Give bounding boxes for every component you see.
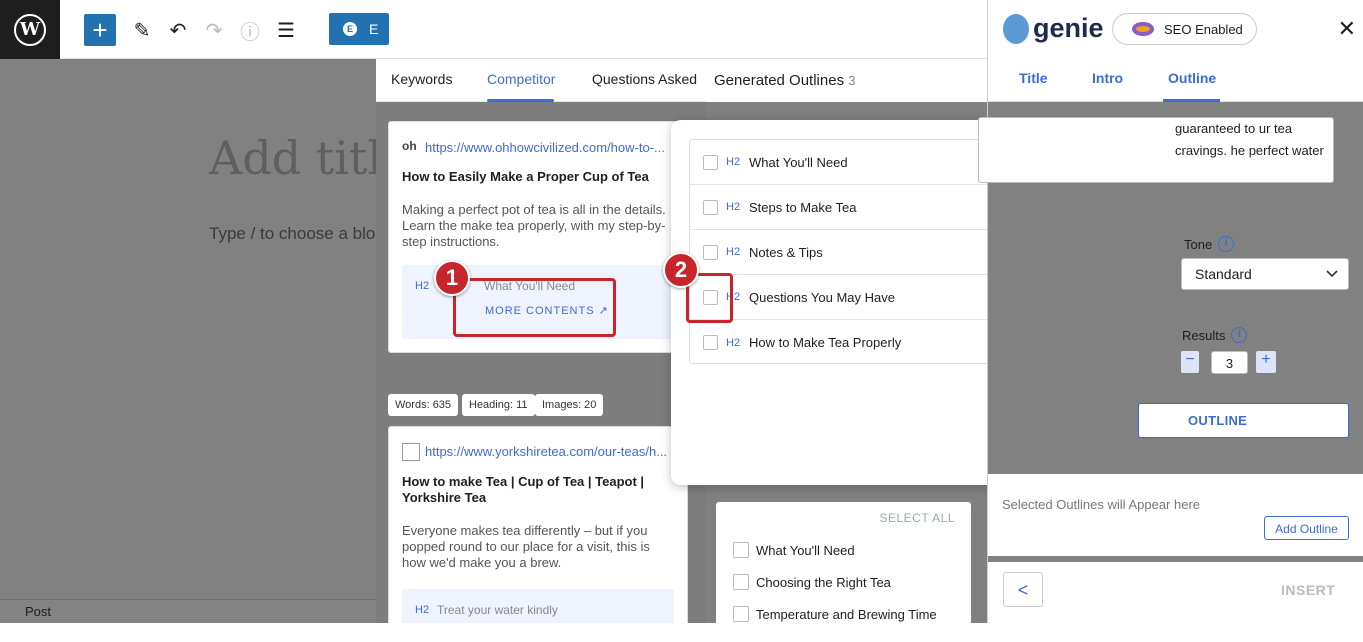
- genie-header: genie SEO Enabled ✕: [988, 0, 1363, 59]
- breadcrumb[interactable]: Post: [25, 604, 51, 619]
- site-favicon-icon: oh: [402, 139, 417, 153]
- info-icon[interactable]: i: [1231, 327, 1248, 343]
- outline-option[interactable]: What You'll Need: [733, 542, 855, 558]
- selected-outlines-area: Selected Outlines will Appear here Add O…: [988, 474, 1363, 556]
- elementor-icon: E: [343, 22, 357, 36]
- wordpress-icon: W: [14, 13, 46, 46]
- heading-checkbox[interactable]: [703, 244, 718, 260]
- seo-eye-icon: [1132, 22, 1154, 36]
- step-badge: 1: [434, 260, 470, 296]
- generated-outlines-header: Generated Outlines 3: [706, 59, 987, 102]
- heading-title: Questions You May Have: [749, 289, 895, 305]
- annotation-highlight: [453, 278, 616, 337]
- genie-logo: genie: [1003, 13, 1104, 44]
- info-icon[interactable]: i: [1218, 236, 1235, 252]
- heading-text: Treat your water kindly: [437, 603, 558, 617]
- h2-tag: H2: [726, 156, 741, 168]
- competitor-description: Making a perfect pot of tea is all in th…: [402, 202, 666, 249]
- active-tab-indicator: [1163, 99, 1220, 102]
- tab-competitor[interactable]: Competitor: [487, 71, 555, 87]
- editor-canvas: Add title Type / to choose a block: [0, 59, 376, 623]
- outline-option[interactable]: Temperature and Brewing Time: [733, 606, 937, 622]
- wordpress-logo[interactable]: W: [0, 0, 60, 59]
- outline-select-card: SELECT ALL What You'll Need Choosing the…: [716, 502, 971, 642]
- checkbox[interactable]: [733, 542, 749, 558]
- checkbox[interactable]: [733, 606, 749, 622]
- select-all-button[interactable]: SELECT ALL: [880, 511, 956, 525]
- heading-title: Steps to Make Tea: [749, 199, 857, 215]
- chevron-down-icon: [1326, 270, 1338, 278]
- add-block-button[interactable]: +: [84, 14, 116, 46]
- genie-tabs: Title Intro Outline: [988, 59, 1363, 102]
- tone-select[interactable]: Standard: [1181, 258, 1349, 290]
- genie-panel: genie SEO Enabled ✕ Title Intro Outline …: [978, 0, 1363, 623]
- tone-label: Tone i: [1184, 236, 1235, 252]
- info-icon[interactable]: ⓘ: [234, 14, 266, 46]
- competitor-url[interactable]: https://www.ohhowcivilized.com/how-to-..…: [425, 140, 673, 155]
- genie-mascot-icon: [1003, 13, 1029, 44]
- post-title-placeholder[interactable]: Add title: [209, 131, 376, 185]
- editor-footer: Post: [0, 599, 376, 623]
- tab-title[interactable]: Title: [1019, 70, 1048, 86]
- competitor-title: How to Easily Make a Proper Cup of Tea: [402, 169, 649, 184]
- generate-outline-button[interactable]: OUTLINE: [1138, 403, 1349, 438]
- redo-icon[interactable]: ↷: [198, 14, 230, 46]
- h2-tag: H2: [415, 604, 430, 616]
- tab-intro[interactable]: Intro: [1092, 70, 1123, 86]
- insert-button[interactable]: INSERT: [1281, 582, 1335, 598]
- broken-image-icon: [402, 443, 420, 461]
- words-stat: Words: 635: [388, 394, 459, 416]
- decrease-results-button[interactable]: −: [1181, 351, 1199, 373]
- outline-count: 3: [848, 73, 856, 88]
- h2-tag: H2: [726, 246, 741, 258]
- tab-questions-asked[interactable]: Questions Asked: [592, 71, 697, 87]
- editor-toolbar: W + ✎ ↶ ↷ ⓘ ☰ EE: [0, 0, 987, 59]
- images-stat: Images: 20: [535, 394, 604, 416]
- elementor-button[interactable]: EE: [329, 13, 389, 45]
- undo-icon[interactable]: ↶: [162, 14, 194, 46]
- selected-outlines-text: Selected Outlines will Appear here: [1002, 497, 1201, 512]
- competitor-title: How to make Tea | Cup of Tea | Teapot | …: [402, 474, 645, 505]
- competitor-url[interactable]: https://www.yorkshiretea.com/our-teas/h.…: [425, 444, 673, 459]
- h2-tag: H2: [726, 201, 741, 213]
- heading-preview: H2 Treat your water kindly: [402, 589, 674, 623]
- pen-icon[interactable]: ✎: [126, 14, 158, 46]
- heading-stat: Heading: 11: [462, 394, 535, 416]
- step-badge: 2: [663, 252, 699, 288]
- seo-status-badge[interactable]: SEO Enabled: [1112, 13, 1257, 45]
- heading-checkbox[interactable]: [703, 335, 718, 350]
- genie-footer: < INSERT: [988, 562, 1363, 623]
- h2-tag: H2: [726, 336, 741, 349]
- heading-title: What You'll Need: [749, 154, 848, 170]
- increase-results-button[interactable]: +: [1256, 351, 1276, 373]
- block-placeholder[interactable]: Type / to choose a block: [209, 224, 376, 244]
- results-label: Results i: [1182, 327, 1248, 343]
- add-outline-button[interactable]: Add Outline: [1264, 516, 1349, 540]
- competitor-card: https://www.yorkshiretea.com/our-teas/h.…: [388, 426, 688, 623]
- back-button[interactable]: <: [1003, 572, 1043, 607]
- h2-tag: H2: [415, 280, 430, 292]
- active-tab-indicator: [487, 99, 554, 102]
- heading-checkbox[interactable]: [703, 154, 718, 170]
- research-tabs: Keywords Competitor Questions Asked: [376, 59, 706, 102]
- list-view-icon[interactable]: ☰: [270, 14, 302, 46]
- checkbox[interactable]: [733, 574, 749, 590]
- heading-title: How to Make Tea Properly: [749, 335, 902, 350]
- competitor-description: Everyone makes tea differently – but if …: [402, 523, 650, 570]
- close-icon[interactable]: ✕: [1338, 16, 1356, 42]
- outline-option[interactable]: Choosing the Right Tea: [733, 574, 891, 590]
- heading-title: Notes & Tips: [749, 244, 823, 260]
- results-count-input[interactable]: 3: [1211, 351, 1248, 374]
- heading-checkbox[interactable]: [703, 199, 718, 215]
- competitor-panel: Keywords Competitor Questions Asked oh h…: [376, 59, 706, 623]
- intro-textarea[interactable]: guaranteed to ur tea cravings. he perfec…: [978, 117, 1334, 183]
- tab-outline[interactable]: Outline: [1168, 70, 1216, 86]
- tab-keywords[interactable]: Keywords: [391, 71, 452, 87]
